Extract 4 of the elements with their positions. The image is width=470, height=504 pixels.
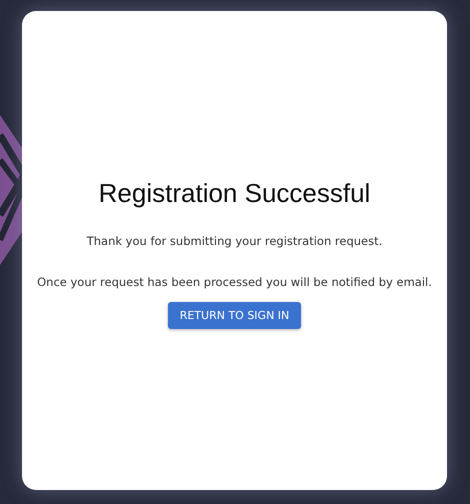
page-title: Registration Successful — [98, 178, 370, 209]
message-text: Once your request has been processed you will be notified by email. — [37, 275, 432, 289]
return-button[interactable]: RETURN TO SIGN IN — [168, 302, 302, 329]
message-text: Thank you for submitting your registration request. — [86, 234, 382, 248]
